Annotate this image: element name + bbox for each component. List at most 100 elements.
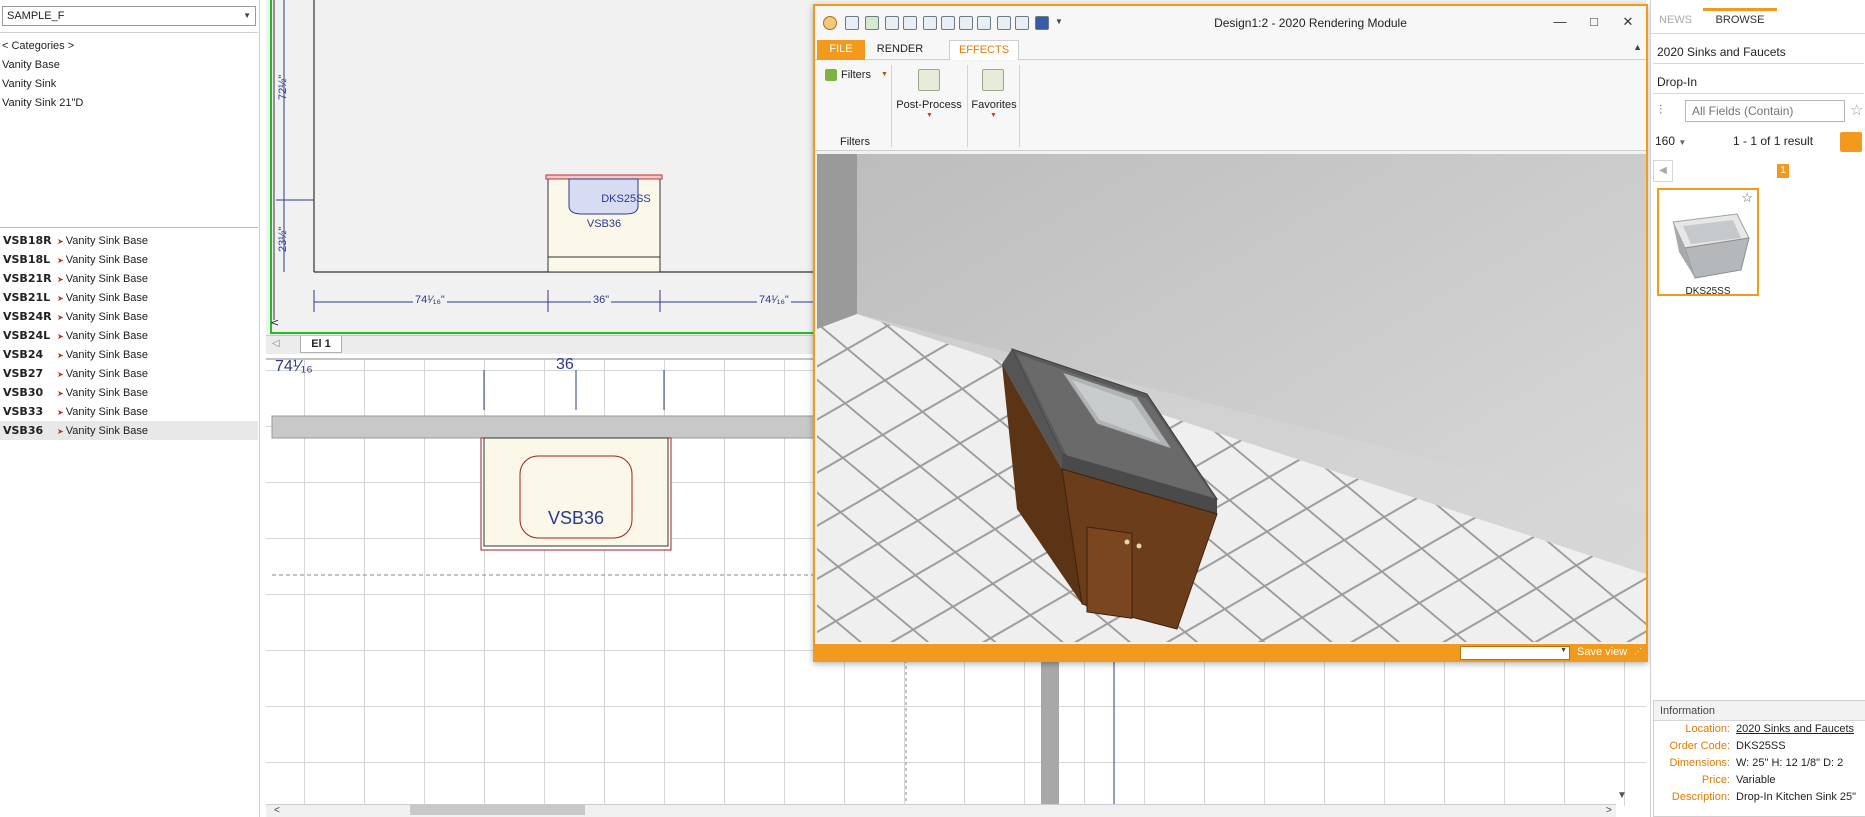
filter-sliders-icon[interactable]: ⫶ — [1659, 102, 1662, 118]
view-select[interactable]: ▼ — [1460, 646, 1570, 660]
item-description: Vanity Sink Base — [65, 311, 149, 323]
ribbon-separator — [891, 65, 892, 147]
page-icon[interactable] — [923, 16, 937, 30]
elevation-drawing: < — [270, 0, 816, 329]
item-arrow-icon: ➤ — [57, 237, 64, 246]
collapse-ribbon-icon[interactable]: ▲ — [1633, 42, 1642, 52]
post-process-button[interactable]: Post-Process ▼ — [895, 65, 963, 121]
page-number[interactable]: 1 — [1777, 164, 1789, 178]
scroll-right-icon[interactable]: > — [1606, 805, 1612, 816]
catalog-filter[interactable]: 2020 Sinks and Faucets — [1653, 40, 1864, 64]
paste-icon[interactable] — [959, 16, 973, 30]
item-arrow-icon: ➤ — [57, 408, 64, 417]
search-input[interactable] — [1685, 100, 1845, 122]
category-tree: < Categories > Vanity Base Vanity Sink V… — [0, 32, 258, 228]
chevron-down-icon: ▼ — [990, 112, 997, 119]
tab-render[interactable]: RENDER — [871, 40, 929, 60]
status-bar: ▼ Save view ⋰ — [815, 644, 1646, 662]
tab-file[interactable]: FILE — [817, 40, 865, 60]
item-arrow-icon: ➤ — [57, 294, 64, 303]
list-item[interactable]: VSB18L ➤ Vanity Sink Base — [0, 250, 258, 269]
chevron-down-icon: ▼ — [1678, 138, 1687, 147]
category-item[interactable]: Vanity Base — [2, 56, 256, 75]
list-item-selected[interactable]: VSB36 ➤ Vanity Sink Base — [0, 421, 258, 440]
chevron-down-icon: ▼ — [926, 112, 933, 119]
item-arrow-icon: ➤ — [57, 332, 64, 341]
product-card-label: DKS25SS — [1685, 286, 1731, 297]
item-code: VSB24L — [3, 329, 51, 342]
image-icon[interactable] — [977, 16, 991, 30]
tab-scroll-left-icon[interactable]: ◁ — [272, 338, 280, 349]
cabinet-label: VSB36 — [586, 218, 622, 230]
vscroll-down-icon[interactable]: ▼ — [1617, 790, 1627, 801]
chevron-down-icon: ▼ — [881, 71, 888, 78]
list-item[interactable]: VSB24R ➤ Vanity Sink Base — [0, 307, 258, 326]
page-size-select[interactable]: 160 ▼ — [1655, 134, 1686, 148]
tab-news[interactable]: NEWS — [1659, 14, 1692, 26]
render-settings-icon[interactable] — [997, 16, 1011, 30]
catalog-dropdown[interactable]: SAMPLE_F ▼ — [2, 6, 256, 26]
edit-icon[interactable] — [845, 16, 859, 30]
rendered-scene — [817, 154, 1646, 642]
list-item[interactable]: VSB27 ➤ Vanity Sink Base — [0, 364, 258, 383]
scroll-left-arrow[interactable]: < — [270, 316, 279, 329]
scroll-left-icon[interactable]: < — [274, 805, 280, 816]
list-item[interactable]: VSB24L ➤ Vanity Sink Base — [0, 326, 258, 345]
item-description: Vanity Sink Base — [65, 387, 149, 399]
tab-browse[interactable]: BROWSE — [1703, 14, 1777, 26]
browse-panel: NEWS BROWSE 2020 Sinks and Faucets Drop-… — [1650, 0, 1865, 817]
item-description: Vanity Sink Base — [65, 235, 149, 247]
list-item[interactable]: VSB18R ➤ Vanity Sink Base — [0, 231, 258, 250]
chevron-down-icon: ▼ — [243, 11, 251, 20]
filters-button[interactable]: Filters ▼ — [823, 67, 888, 85]
list-item[interactable]: VSB30 ➤ Vanity Sink Base — [0, 383, 258, 402]
print-preview-icon[interactable] — [903, 16, 917, 30]
customize-toolbar-icon[interactable]: ▼ — [1055, 17, 1063, 26]
location-link[interactable]: 2020 Sinks and Faucets — [1736, 723, 1854, 735]
prev-page-button[interactable]: ◀ — [1653, 160, 1673, 182]
item-code: VSB24R — [3, 310, 52, 323]
minimize-button[interactable]: — — [1546, 12, 1574, 32]
favorite-star-icon[interactable]: ☆ — [1741, 190, 1753, 206]
window-titlebar[interactable]: ▼ Design1:2 - 2020 Rendering Module — □ … — [815, 6, 1646, 38]
render-viewport[interactable] — [817, 154, 1646, 642]
information-header: Information — [1654, 701, 1865, 721]
plan-dim-left: 74¹⁄₁₆ — [275, 358, 313, 375]
item-code: VSB30 — [3, 386, 44, 399]
ribbon-effects: Filters ▼ Post-Process ▼ Favorites ▼ Fil… — [815, 61, 1646, 151]
category-back[interactable]: < Categories > — [2, 37, 256, 56]
copy-icon[interactable] — [941, 16, 955, 30]
favorites-button[interactable]: Favorites ▼ — [971, 65, 1017, 121]
settings-icon[interactable] — [1015, 16, 1029, 30]
list-item[interactable]: VSB21R ➤ Vanity Sink Base — [0, 269, 258, 288]
maximize-button[interactable]: □ — [1580, 12, 1608, 32]
plan-dim-mid: 36 — [556, 356, 574, 373]
category-item[interactable]: Vanity Sink — [2, 75, 256, 94]
favorite-star-icon[interactable]: ☆ — [1850, 101, 1863, 119]
category-filter[interactable]: Drop-In — [1653, 70, 1864, 94]
category-item[interactable]: Vanity Sink 21"D — [2, 94, 256, 113]
list-item[interactable]: VSB33 ➤ Vanity Sink Base — [0, 402, 258, 421]
product-card[interactable]: ☆ DKS25SS — [1657, 188, 1759, 297]
close-button[interactable]: ✕ — [1614, 12, 1642, 32]
refresh-icon[interactable] — [865, 16, 879, 30]
list-item[interactable]: VSB21L ➤ Vanity Sink Base — [0, 288, 258, 307]
filters-button-label: Filters — [841, 69, 871, 81]
horizontal-scroll-thumb[interactable] — [410, 805, 585, 815]
item-arrow-icon: ➤ — [57, 313, 64, 322]
dim-bottom-left: 74¹⁄₁₆" — [413, 294, 447, 306]
item-code: VSB18L — [3, 253, 51, 266]
favorites-label: Favorites — [971, 99, 1017, 111]
tab-elevation-1[interactable]: El 1 — [300, 336, 342, 353]
item-arrow-icon: ➤ — [57, 427, 64, 436]
resize-grip-icon[interactable]: ⋰ — [1634, 647, 1642, 656]
information-panel: Information Location: 2020 Sinks and Fauc… — [1653, 700, 1865, 817]
list-item[interactable]: VSB24 ➤ Vanity Sink Base — [0, 345, 258, 364]
print-icon[interactable] — [885, 16, 899, 30]
save-view-button[interactable]: Save view — [1577, 646, 1627, 658]
grid-view-icon[interactable] — [1840, 132, 1862, 152]
tab-effects[interactable]: EFFECTS — [949, 40, 1019, 60]
item-code: VSB18R — [3, 234, 52, 247]
help-icon[interactable] — [1035, 16, 1049, 30]
chevron-down-icon: ▼ — [1560, 647, 1567, 654]
